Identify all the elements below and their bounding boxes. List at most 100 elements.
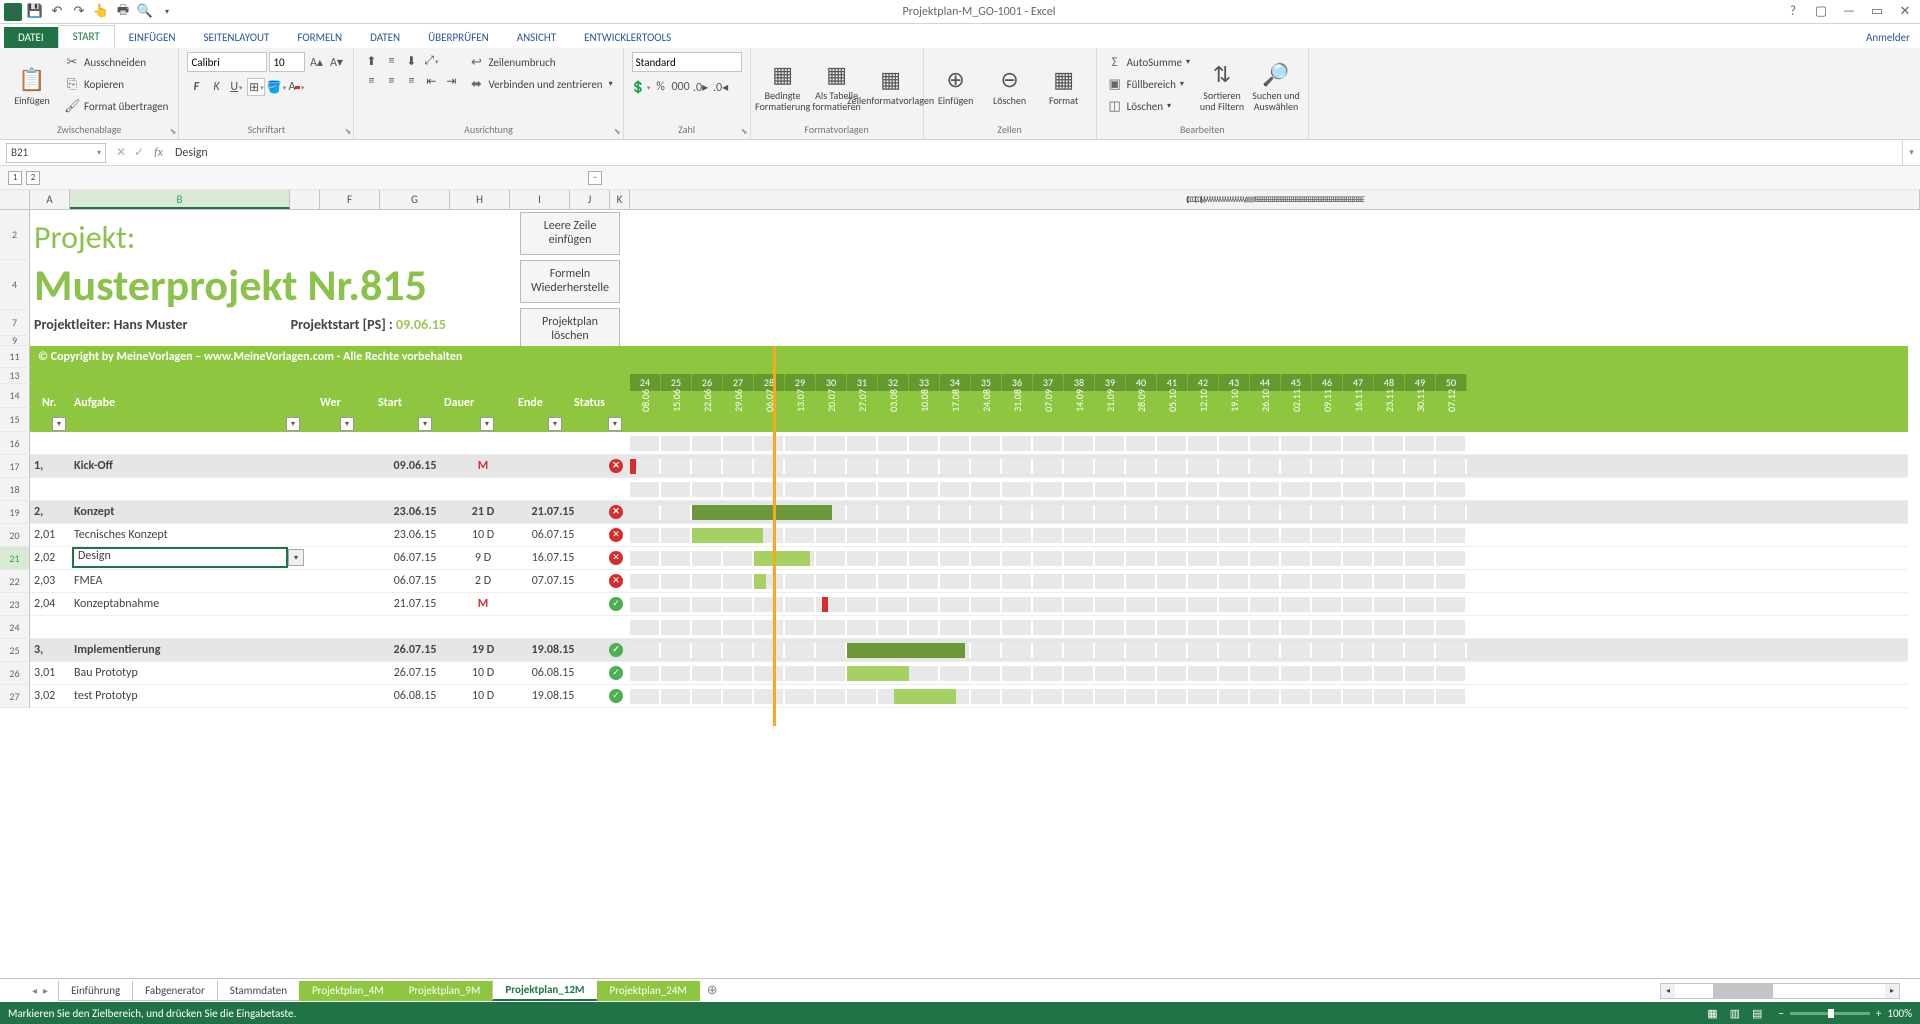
page-layout-icon[interactable]: ▥ xyxy=(1726,1005,1744,1022)
undo-icon[interactable]: ↶ xyxy=(48,3,66,21)
row-15[interactable]: 15 xyxy=(0,408,30,432)
tab-seitenlayout[interactable]: SEITENLAYOUT xyxy=(189,27,283,48)
orientation-icon[interactable]: ⤢ xyxy=(422,52,440,70)
login-link[interactable]: Anmelder xyxy=(1856,27,1920,48)
font-size-select[interactable] xyxy=(269,52,305,72)
col-B[interactable]: B xyxy=(70,190,290,209)
qat-dropdown-icon[interactable]: ▾ xyxy=(158,3,176,21)
row-9[interactable]: 9 xyxy=(0,336,30,346)
filter-nr[interactable]: ▾ xyxy=(52,417,66,431)
accounting-icon[interactable]: 💲 xyxy=(632,78,650,96)
delete-plan-button[interactable]: Projektplan löschen xyxy=(520,308,620,351)
clear-button[interactable]: ◫Löschen▾ xyxy=(1105,96,1192,116)
bold-button[interactable]: F xyxy=(187,78,205,96)
copy-button[interactable]: ⎘Kopieren xyxy=(62,74,170,94)
cell-styles-button[interactable]: ▦Zellenformatvorlagen xyxy=(867,52,915,120)
row-19[interactable]: 19 xyxy=(0,501,30,524)
task-row[interactable] xyxy=(30,616,1908,639)
conditional-format-button[interactable]: ▦Bedingte Formatierung xyxy=(759,52,807,120)
help-icon[interactable]: ? xyxy=(1782,3,1804,21)
fill-button[interactable]: ▣Füllbereich▾ xyxy=(1105,74,1192,94)
tab-entwicklertools[interactable]: ENTWICKLERTOOLS xyxy=(570,27,685,48)
col-A[interactable]: A xyxy=(30,190,70,209)
selected-cell[interactable]: Design▾ xyxy=(72,547,288,568)
row-24[interactable]: 24 xyxy=(0,616,30,639)
clipboard-launcher-icon[interactable]: ⬊ xyxy=(170,127,177,137)
align-center-icon[interactable]: ≡ xyxy=(382,72,400,90)
inc-decimal-icon[interactable]: .0▸ xyxy=(692,78,710,96)
sort-filter-button[interactable]: ⇅Sortieren und Filtern xyxy=(1198,52,1246,120)
italic-button[interactable]: K xyxy=(207,78,225,96)
minimize-icon[interactable]: — xyxy=(1838,3,1860,21)
border-button[interactable]: ⊞ xyxy=(247,78,265,96)
fx-icon[interactable]: fx xyxy=(148,146,169,160)
grow-font-icon[interactable]: A▴ xyxy=(307,53,325,71)
row-27[interactable]: 27 xyxy=(0,685,30,708)
task-row[interactable]: 2,04 Konzeptabnahme 21.07.15 M ✓ xyxy=(30,593,1908,616)
insert-cells-button[interactable]: ⊕Einfügen xyxy=(932,52,980,120)
filter-ende[interactable]: ▾ xyxy=(548,417,562,431)
task-row[interactable]: 1, Kick-Off 09.06.15 M ✕ xyxy=(30,455,1908,478)
indent-dec-icon[interactable]: ⇤ xyxy=(422,72,440,90)
task-row[interactable]: 2,03 FMEA 06.07.15 2 D 07.07.15 ✕ xyxy=(30,570,1908,593)
sheet-tab-9m[interactable]: Projektplan_9M xyxy=(396,981,494,1001)
task-row[interactable]: 3, Implementierung 26.07.15 19 D 19.08.1… xyxy=(30,639,1908,662)
underline-button[interactable]: U xyxy=(227,78,245,96)
tab-einfuegen[interactable]: EINFÜGEN xyxy=(115,27,190,48)
outline-2[interactable]: 2 xyxy=(26,171,40,185)
format-painter-button[interactable]: 🖌Format übertragen xyxy=(62,96,170,116)
font-launcher-icon[interactable]: ⬊ xyxy=(345,127,352,137)
print-icon[interactable]: 🖶 xyxy=(114,3,132,21)
align-top-icon[interactable]: ⬆ xyxy=(362,52,380,70)
format-table-button[interactable]: ▦Als Tabelle formatieren xyxy=(813,52,861,120)
row-21[interactable]: 21 xyxy=(0,547,30,570)
zoom-slider[interactable] xyxy=(1790,1012,1870,1015)
redo-icon[interactable]: ↷ xyxy=(70,3,88,21)
sheet-tab-fabgenerator[interactable]: Fabgenerator xyxy=(132,981,218,1001)
row-22[interactable]: 22 xyxy=(0,570,30,593)
row-25[interactable]: 25 xyxy=(0,639,30,662)
number-launcher-icon[interactable]: ⬊ xyxy=(741,127,748,137)
row-20[interactable]: 20 xyxy=(0,524,30,547)
task-row[interactable]: 2, Konzept 23.06.15 21 D 21.07.15 ✕ xyxy=(30,501,1908,524)
filter-wer[interactable]: ▾ xyxy=(340,417,354,431)
align-left-icon[interactable]: ≡ xyxy=(362,72,380,90)
delete-cells-button[interactable]: ⊖Löschen xyxy=(986,52,1034,120)
add-sheet-button[interactable]: ⊕ xyxy=(699,980,726,1001)
normal-view-icon[interactable]: ▦ xyxy=(1703,1005,1721,1022)
col-G[interactable]: G xyxy=(380,190,450,209)
row-18[interactable]: 18 xyxy=(0,478,30,501)
row-13[interactable]: 13 xyxy=(0,368,30,384)
expand-formula-icon[interactable]: ▾ xyxy=(1902,140,1920,165)
task-row[interactable] xyxy=(30,432,1908,455)
page-break-icon[interactable]: ▤ xyxy=(1748,1005,1766,1022)
row-11[interactable]: 11 xyxy=(0,346,30,368)
shrink-font-icon[interactable]: A▾ xyxy=(327,53,345,71)
tab-daten[interactable]: DATEN xyxy=(356,27,414,48)
find-select-button[interactable]: 🔎Suchen und Auswählen xyxy=(1252,52,1300,120)
filter-start[interactable]: ▾ xyxy=(418,417,432,431)
col-H[interactable]: H xyxy=(450,190,510,209)
align-bottom-icon[interactable]: ⬇ xyxy=(402,52,420,70)
zoom-in-icon[interactable]: + xyxy=(1876,1007,1881,1020)
col-F[interactable]: F xyxy=(320,190,380,209)
autosum-button[interactable]: ΣAutoSumme▾ xyxy=(1105,52,1192,72)
filter-aufgabe[interactable]: ▾ xyxy=(286,417,300,431)
filter-status[interactable]: ▾ xyxy=(608,417,622,431)
tab-start[interactable]: START xyxy=(58,25,115,48)
horizontal-scrollbar[interactable]: ◂▸ xyxy=(1660,983,1900,999)
sheet-tab-stammdaten[interactable]: Stammdaten xyxy=(217,981,300,1001)
col-J[interactable]: J xyxy=(570,190,610,209)
cancel-icon[interactable]: ✕ xyxy=(112,145,130,160)
row-4[interactable]: 4 xyxy=(0,260,30,310)
row-17[interactable]: 17 xyxy=(0,455,30,478)
wrap-text-button[interactable]: ↩Zeilenumbruch xyxy=(466,52,614,72)
touch-icon[interactable]: 👆 xyxy=(92,3,110,21)
col-K[interactable]: K xyxy=(610,190,630,209)
task-row[interactable]: 3,02 test Prototyp 06.08.15 10 D 19.08.1… xyxy=(30,685,1908,708)
comma-icon[interactable]: 000 xyxy=(672,78,690,96)
tab-nav-last[interactable]: ▸ xyxy=(41,982,50,999)
row-2[interactable]: 2 xyxy=(0,210,30,260)
preview-icon[interactable]: 🔍 xyxy=(136,3,154,21)
sheet-tab-24m[interactable]: Projektplan_24M xyxy=(597,981,700,1001)
